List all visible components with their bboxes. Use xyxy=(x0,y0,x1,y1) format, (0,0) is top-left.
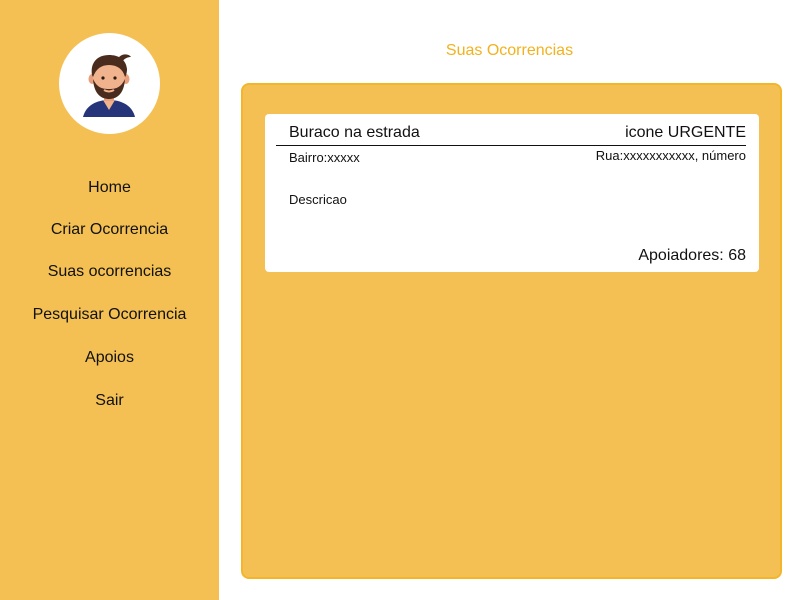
urgency-badge: icone URGENTE xyxy=(625,124,746,141)
sidebar-item-suas-ocorrencias[interactable]: Suas ocorrencias xyxy=(0,262,219,282)
occurrence-title: Buraco na estrada xyxy=(289,124,420,141)
sidebar-item-pesquisar-ocorrencia[interactable]: Pesquisar Ocorrencia xyxy=(0,305,219,325)
card-divider xyxy=(276,145,746,146)
supporters-count: Apoiadores: 68 xyxy=(638,247,746,264)
sidebar-item-home[interactable]: Home xyxy=(0,178,219,198)
sidebar-item-criar-ocorrencia[interactable]: Criar Ocorrencia xyxy=(0,220,219,240)
occurrence-card[interactable]: Buraco na estrada icone URGENTE Bairro:x… xyxy=(265,114,759,272)
sidebar-item-sair[interactable]: Sair xyxy=(0,391,219,411)
avatar[interactable] xyxy=(59,33,160,134)
occurrence-rua: Rua:xxxxxxxxxxx, número xyxy=(595,148,746,163)
sidebar: Home Criar Ocorrencia Suas ocorrencias P… xyxy=(0,0,219,600)
occurrence-description: Descricao xyxy=(289,192,347,207)
user-avatar-icon xyxy=(83,54,135,117)
occurrence-bairro: Bairro:xxxxx xyxy=(289,150,360,165)
page-title: Suas Ocorrencias xyxy=(445,42,574,59)
sidebar-item-apoios[interactable]: Apoios xyxy=(0,348,219,368)
